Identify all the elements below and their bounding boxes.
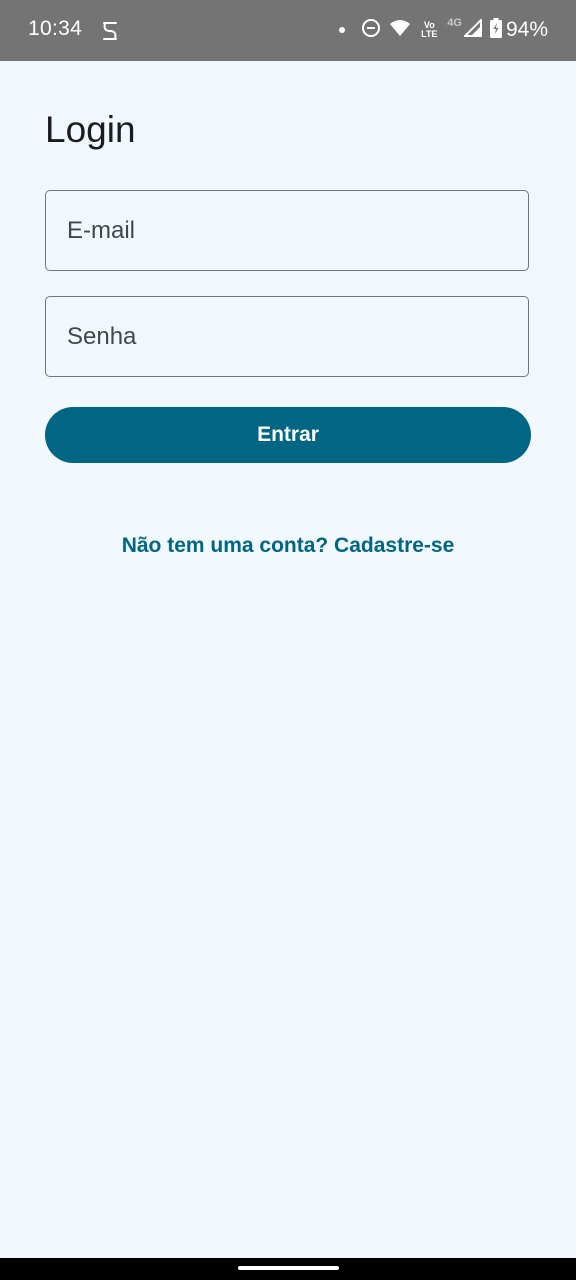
dot-icon <box>339 27 346 33</box>
battery-icon <box>489 17 502 43</box>
email-field[interactable] <box>45 190 529 271</box>
status-time: 10:34 <box>28 17 83 40</box>
signal-icon <box>462 17 482 42</box>
battery-percent: 94% <box>505 18 548 41</box>
wifi-icon <box>389 19 411 42</box>
do-not-disturb-icon <box>361 18 381 43</box>
notification-s-icon <box>100 20 120 42</box>
network-type-label: 4G <box>447 17 462 29</box>
status-bar: 10:34 Vo LTE 4G 94% <box>0 0 576 61</box>
page-title: Login <box>45 109 136 150</box>
home-gesture-handle[interactable] <box>238 1266 339 1270</box>
login-button[interactable]: Entrar <box>45 407 531 463</box>
password-field[interactable] <box>45 296 529 377</box>
volte-icon: Vo LTE <box>419 21 439 39</box>
navigation-bar <box>0 1258 576 1280</box>
login-button-label: Entrar <box>257 423 319 446</box>
signup-link[interactable]: Não tem uma conta? Cadastre-se <box>0 534 576 558</box>
volte-label-bottom: LTE <box>421 29 438 39</box>
status-icons: Vo LTE 4G 94% <box>331 17 548 43</box>
